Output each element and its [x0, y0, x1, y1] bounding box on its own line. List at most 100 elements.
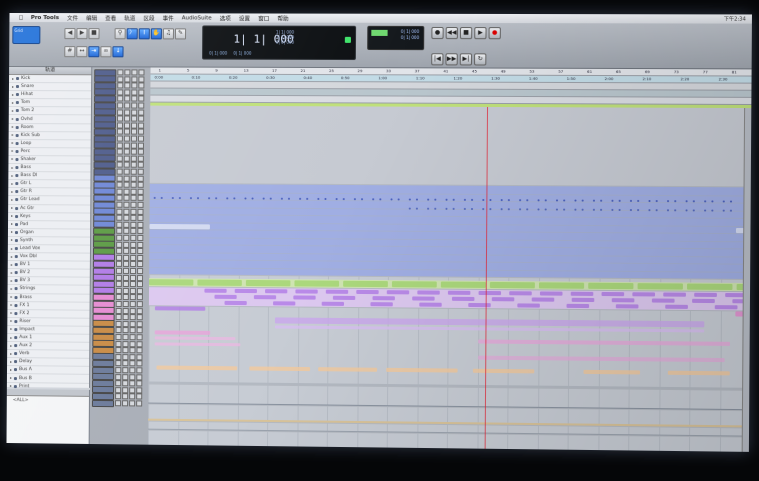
track-solo-button[interactable]: [123, 155, 130, 162]
track-rec-button[interactable]: [116, 201, 123, 208]
track-rec-button[interactable]: [116, 115, 124, 122]
track-solo-button[interactable]: [122, 353, 129, 361]
menu-app[interactable]: Pro Tools: [31, 15, 59, 21]
region-clip[interactable]: [149, 223, 210, 230]
region-clip[interactable]: [154, 330, 211, 335]
track-visible-icon[interactable]: [15, 166, 19, 170]
track-mute-button[interactable]: [130, 168, 137, 175]
expand-arrow-icon[interactable]: [10, 352, 13, 355]
track-solo-button[interactable]: [122, 274, 129, 281]
track-header[interactable]: [92, 260, 147, 268]
region-clip[interactable]: [674, 209, 677, 212]
region-clip[interactable]: [667, 200, 670, 203]
track-visible-icon[interactable]: [13, 384, 17, 388]
expand-arrow-icon[interactable]: [11, 190, 14, 193]
expand-arrow-icon[interactable]: [11, 109, 14, 112]
region-clip[interactable]: [215, 197, 218, 200]
selection-length[interactable]: 0| 0| 000: [276, 40, 317, 45]
region-clip[interactable]: [588, 282, 634, 290]
track-rec-button[interactable]: [116, 128, 123, 135]
expand-arrow-icon[interactable]: [10, 320, 13, 323]
expand-arrow-icon[interactable]: [11, 223, 14, 226]
grid-icon[interactable]: #: [64, 46, 76, 58]
track-view-button[interactable]: [138, 122, 145, 129]
region-clip[interactable]: [287, 197, 290, 200]
link-icon[interactable]: ∞: [100, 46, 112, 58]
track-view-button[interactable]: [138, 115, 145, 122]
region-clip[interactable]: [667, 370, 730, 376]
region-clip[interactable]: [519, 199, 522, 202]
track-solo-button[interactable]: [123, 168, 130, 175]
track-view-button[interactable]: [136, 380, 143, 387]
track-visible-icon[interactable]: [14, 360, 18, 364]
insertion-follows-icon[interactable]: ↓: [112, 46, 124, 58]
expand-arrow-icon[interactable]: [10, 279, 13, 282]
track-solo-button[interactable]: [124, 102, 131, 109]
track-solo-button[interactable]: [123, 188, 130, 195]
track-name-plate[interactable]: [94, 95, 117, 103]
track-name-plate[interactable]: [93, 194, 116, 202]
region-clip[interactable]: [655, 209, 658, 212]
track-solo-button[interactable]: [122, 314, 129, 321]
region-clip[interactable]: [249, 366, 311, 372]
track-solo-button[interactable]: [124, 115, 131, 122]
track-mute-button[interactable]: [129, 400, 136, 407]
track-mute-button[interactable]: [129, 360, 136, 367]
track-header[interactable]: [93, 227, 147, 235]
expand-arrow-icon[interactable]: [11, 93, 14, 96]
region-clip[interactable]: [601, 291, 625, 297]
track-header[interactable]: [93, 194, 147, 202]
track-mute-button[interactable]: [131, 122, 138, 129]
region-clip[interactable]: [600, 199, 603, 202]
region-clip[interactable]: [687, 283, 733, 291]
expand-arrow-icon[interactable]: [10, 328, 13, 331]
region-clip[interactable]: [592, 208, 595, 211]
track-mute-button[interactable]: [130, 261, 137, 268]
expand-arrow-icon[interactable]: [9, 377, 12, 380]
track-visible-icon[interactable]: [13, 376, 17, 380]
expand-arrow-icon[interactable]: [11, 150, 14, 153]
track-visible-icon[interactable]: [14, 319, 18, 323]
region-clip[interactable]: [234, 288, 257, 294]
region-clip[interactable]: [566, 303, 590, 309]
region-clip[interactable]: [451, 296, 475, 302]
track-rec-button[interactable]: [116, 122, 124, 129]
expand-arrow-icon[interactable]: [10, 304, 13, 307]
region-clip[interactable]: [651, 298, 675, 303]
track-mute-button[interactable]: [129, 301, 136, 308]
region-clip[interactable]: [581, 208, 584, 211]
region-clip[interactable]: [711, 200, 714, 203]
tracks-list-item[interactable]: Snare: [8, 83, 92, 92]
region-clip[interactable]: [204, 288, 227, 293]
track-mute-button[interactable]: [129, 373, 136, 380]
region-clip[interactable]: [482, 198, 485, 201]
zoom-preset-icon[interactable]: ■: [88, 28, 100, 40]
region-clip[interactable]: [555, 199, 559, 202]
track-rec-button[interactable]: [115, 320, 122, 327]
track-rec-button[interactable]: [116, 214, 123, 221]
track-view-button[interactable]: [138, 95, 145, 102]
track-view-button[interactable]: [137, 228, 144, 235]
track-view-button[interactable]: [137, 175, 144, 182]
region-clip[interactable]: [704, 209, 707, 212]
region-clip[interactable]: [704, 200, 707, 203]
track-mute-button[interactable]: [129, 307, 136, 314]
grid-value[interactable]: 0| 1| 000: [233, 51, 251, 57]
track-solo-button[interactable]: [122, 267, 130, 274]
region-clip[interactable]: [415, 198, 418, 201]
expand-arrow-icon[interactable]: [10, 288, 13, 291]
menu-event[interactable]: 事件: [163, 14, 174, 22]
track-view-button[interactable]: [137, 135, 145, 142]
track-rec-button[interactable]: [117, 69, 124, 76]
track-rec-button[interactable]: [117, 102, 124, 109]
track-mute-button[interactable]: [131, 115, 138, 122]
track-solo-button[interactable]: [123, 128, 131, 135]
region-clip[interactable]: [154, 306, 206, 311]
region-clip[interactable]: [189, 197, 192, 200]
stop-icon[interactable]: ■: [459, 27, 473, 40]
region-clip[interactable]: [153, 196, 156, 199]
track-mute-button[interactable]: [129, 274, 137, 281]
track-mute-button[interactable]: [131, 89, 138, 96]
track-mute-button[interactable]: [129, 281, 136, 288]
region-clip[interactable]: [335, 198, 338, 201]
